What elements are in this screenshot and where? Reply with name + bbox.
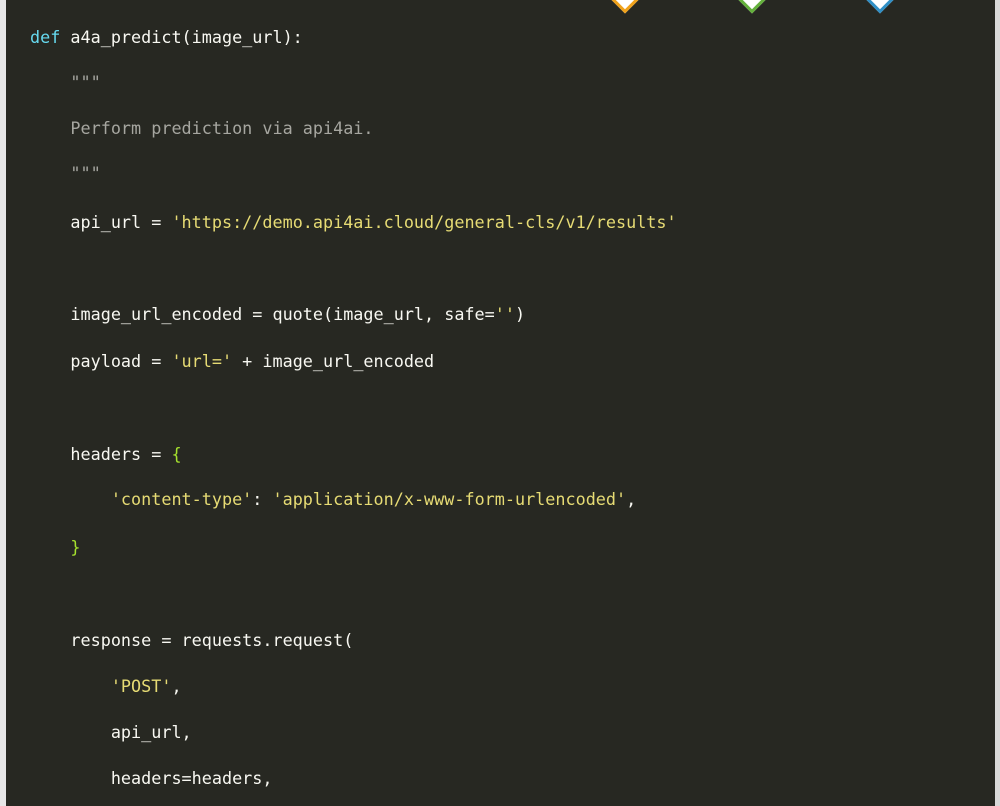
code-token: api_url, (30, 722, 192, 742)
code-token: def (30, 27, 61, 47)
code-line: """ (30, 70, 101, 94)
code-line: image_url_encoded = quote(image_url, saf… (30, 302, 525, 326)
code-token: 'application/x-www-form-urlencoded' (272, 489, 627, 509)
code-token: """ (30, 72, 101, 92)
code-token: : (252, 489, 273, 509)
code-token: a4a_predict(image_url): (60, 27, 303, 47)
code-token: 'POST' (110, 676, 172, 696)
code-token: headers=headers, (30, 768, 273, 788)
code-token: image_url_encoded = quote(image_url, saf… (30, 304, 495, 324)
code-token: 'content-type' (110, 489, 253, 509)
code-token: ) (514, 304, 526, 324)
code-line: Perform prediction via api4ai. (30, 116, 374, 140)
code-token: , (171, 676, 182, 696)
code-token: payload = (30, 351, 172, 371)
code-token: api_url = (30, 212, 172, 232)
code-line: 'content-type': 'application/x-www-form-… (30, 487, 636, 511)
code-line: response = requests.request( (30, 628, 353, 652)
code-token: 'url=' (171, 351, 233, 371)
code-token: Perform prediction via api4ai. (30, 118, 374, 138)
code-line: def a4a_predict(image_url): (30, 25, 303, 49)
code-token: headers = (30, 444, 172, 464)
code-token: { (171, 444, 182, 464)
code-line: """ (30, 161, 101, 185)
code-token: } (70, 537, 81, 557)
code-line: api_url = 'https://demo.api4ai.cloud/gen… (30, 210, 677, 234)
code-token: + image_url_encoded (232, 351, 435, 371)
code-line: headers=headers, (30, 766, 273, 790)
code-token: , (626, 489, 637, 509)
code-line: 'POST', (30, 674, 182, 698)
code-line: } (30, 535, 81, 559)
code-token: '' (494, 304, 515, 324)
code-line: headers = { (30, 442, 182, 466)
code-line: api_url, (30, 720, 192, 744)
code-token: 'https://demo.api4ai.cloud/general-cls/v… (171, 212, 677, 232)
code-line: payload = 'url=' + image_url_encoded (30, 349, 434, 373)
code-token: response = requests.request( (30, 630, 354, 650)
code-token: """ (30, 163, 101, 183)
code-block: def a4a_predict(image_url): """ Perform … (6, 0, 997, 806)
page-edge (995, 0, 1000, 806)
